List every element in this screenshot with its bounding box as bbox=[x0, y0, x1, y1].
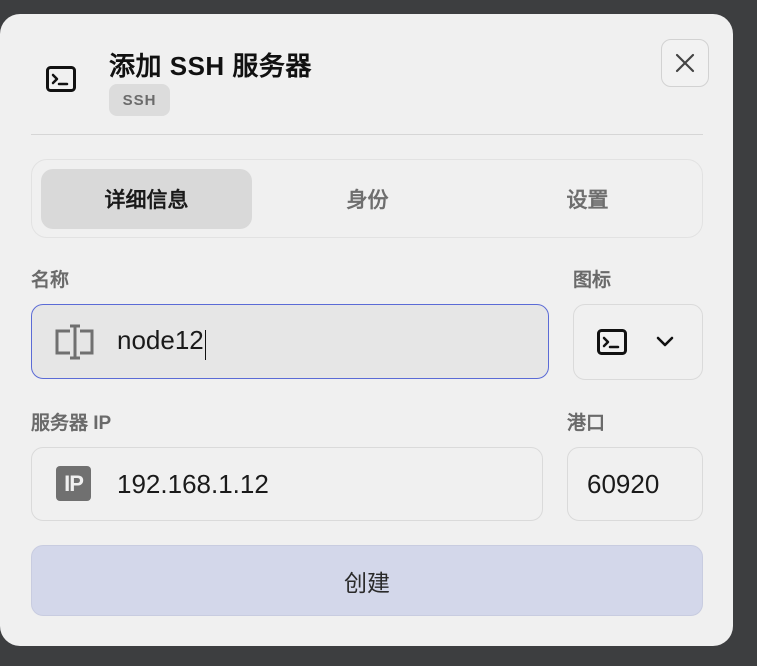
protocol-badge: SSH bbox=[109, 84, 170, 116]
tab-details[interactable]: 详细信息 bbox=[41, 169, 252, 229]
port-value: 60920 bbox=[587, 469, 660, 499]
server-ip-value: 192.168.1.12 bbox=[117, 469, 269, 499]
tab-settings[interactable]: 设置 bbox=[482, 169, 693, 229]
terminal-icon bbox=[597, 329, 627, 355]
ip-icon: IP bbox=[56, 466, 91, 501]
text-caret bbox=[204, 329, 206, 360]
text-cursor-icon bbox=[54, 322, 94, 362]
close-button[interactable] bbox=[661, 39, 709, 87]
terminal-icon bbox=[46, 66, 76, 92]
icon-picker-select[interactable] bbox=[573, 304, 703, 380]
port-label: 港口 bbox=[567, 413, 606, 434]
close-icon bbox=[674, 52, 696, 74]
tab-bar: 详细信息 身份 设置 bbox=[31, 159, 703, 238]
header-divider bbox=[31, 134, 703, 135]
name-value: node12 bbox=[117, 325, 204, 355]
name-label: 名称 bbox=[31, 270, 70, 291]
dialog-title: 添加 SSH 服务器 bbox=[109, 51, 312, 81]
tab-identity[interactable]: 身份 bbox=[262, 169, 473, 229]
chevron-down-icon bbox=[655, 335, 675, 349]
create-button[interactable]: 创建 bbox=[31, 545, 703, 616]
name-input[interactable]: node12 bbox=[31, 304, 549, 379]
port-input[interactable]: 60920 bbox=[567, 447, 703, 521]
server-ip-label: 服务器 IP bbox=[31, 413, 112, 434]
server-ip-input[interactable]: IP 192.168.1.12 bbox=[31, 447, 543, 521]
icon-label: 图标 bbox=[573, 270, 612, 291]
